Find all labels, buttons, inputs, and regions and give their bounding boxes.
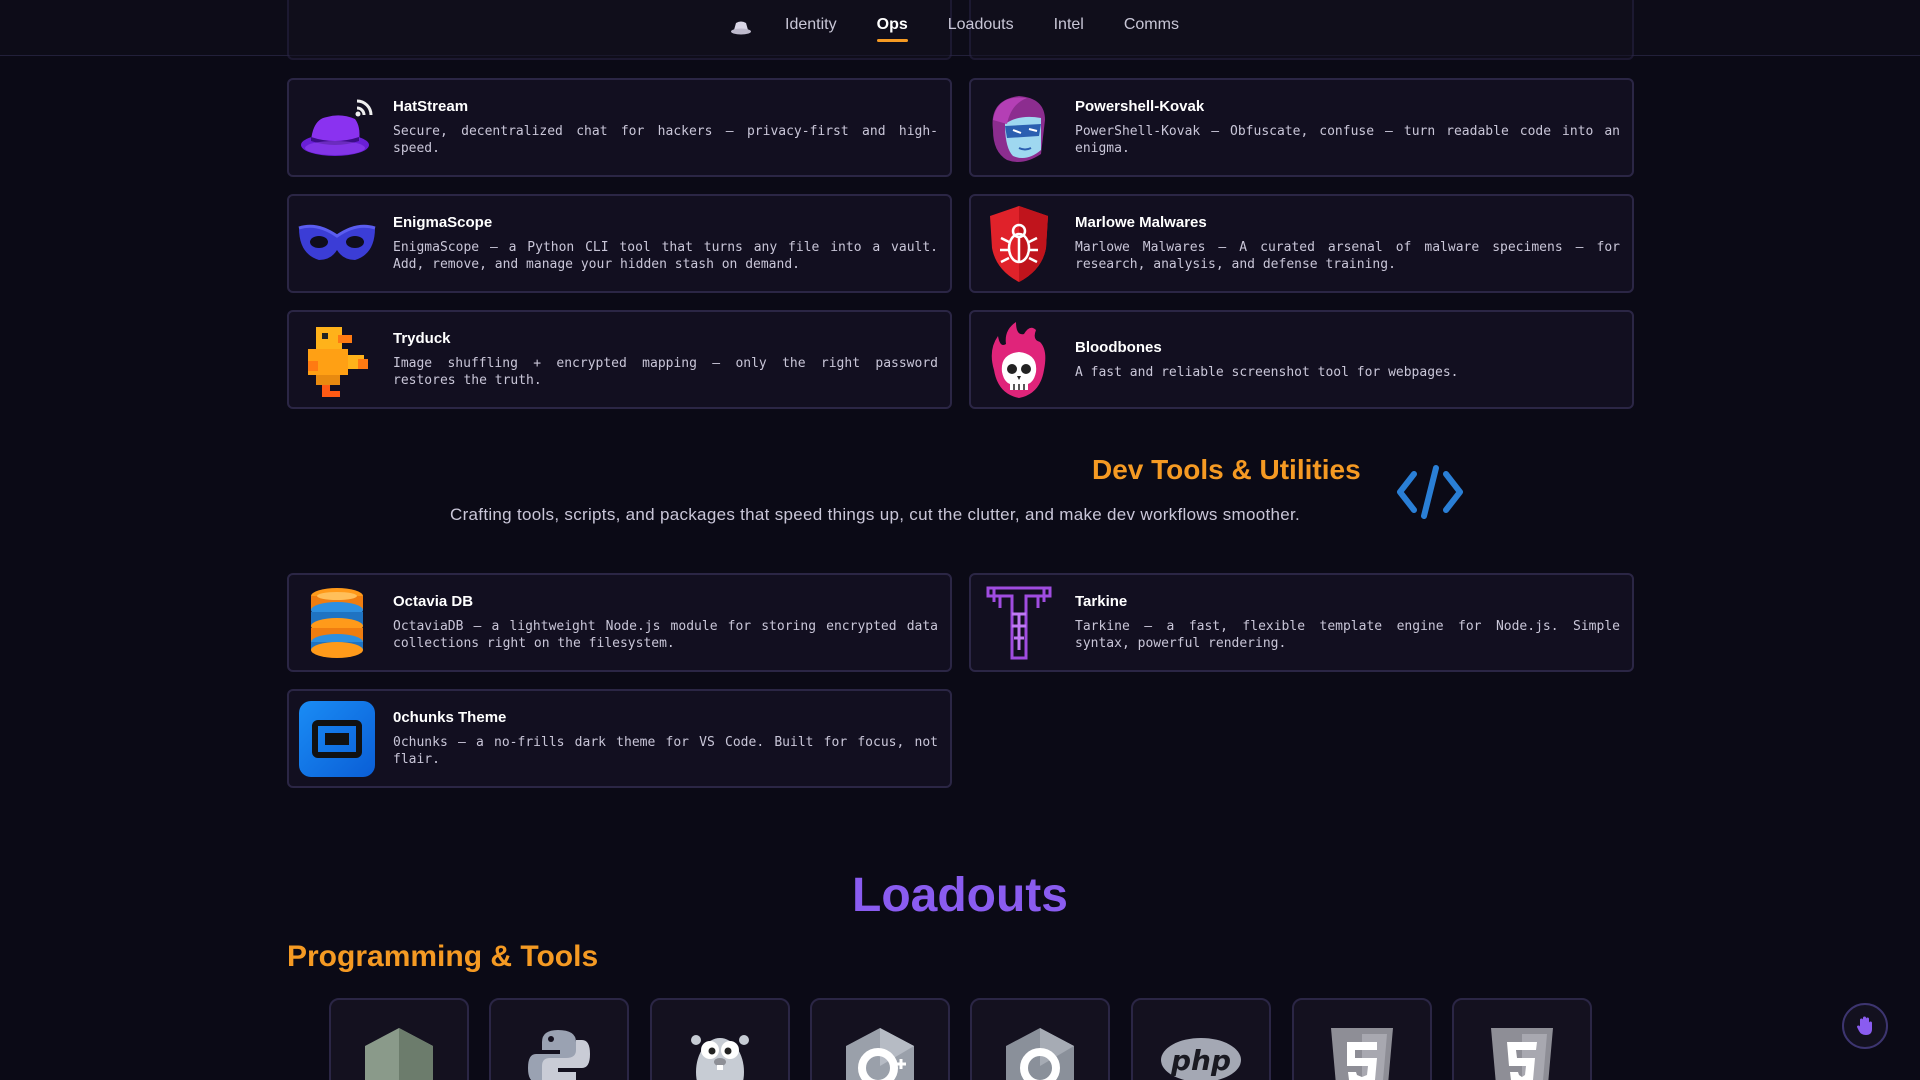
card-title: Marlowe Malwares bbox=[1075, 214, 1207, 231]
floating-hand-button[interactable] bbox=[1842, 1003, 1888, 1049]
bug-shield-icon bbox=[979, 204, 1059, 284]
card-description: Secure, decentralized chat for hackers —… bbox=[393, 124, 938, 156]
cpp-icon bbox=[846, 1028, 914, 1080]
php-icon: php bbox=[1161, 1038, 1241, 1080]
tool-tile-go[interactable] bbox=[650, 998, 790, 1080]
card-title: Tryduck bbox=[393, 330, 451, 347]
hat-icon[interactable] bbox=[721, 20, 761, 36]
tool-tile-nodejs[interactable] bbox=[329, 998, 469, 1080]
css3-icon bbox=[1491, 1028, 1553, 1080]
c-icon bbox=[1006, 1028, 1074, 1080]
nodejs-icon bbox=[365, 1028, 433, 1080]
card-description: 0chunks — a no-frills dark theme for VS … bbox=[393, 735, 938, 767]
card-description: Image shuffling + encrypted mapping — on… bbox=[393, 356, 938, 388]
tool-tile-python[interactable] bbox=[489, 998, 629, 1080]
tool-tile-css3[interactable] bbox=[1452, 998, 1592, 1080]
project-card-tarkine[interactable]: Tarkine Tarkine — a fast, flexible templ… bbox=[969, 573, 1634, 672]
nav-item-loadouts[interactable]: Loadouts bbox=[928, 0, 1034, 56]
card-description: PowerShell-Kovak — Obfuscate, confuse — … bbox=[1075, 124, 1620, 156]
go-gopher-icon bbox=[691, 1035, 749, 1080]
card-title: Powershell-Kovak bbox=[1075, 98, 1205, 115]
card-description: EnigmaScope — a Python CLI tool that tur… bbox=[393, 240, 938, 272]
card-description: Tarkine — a fast, flexible template engi… bbox=[1075, 619, 1620, 651]
top-navigation: Identity Ops Loadouts Intel Comms bbox=[0, 0, 1920, 60]
card-description: A fast and reliable screenshot tool for … bbox=[1075, 364, 1459, 380]
project-card-tryduck[interactable]: Tryduck Image shuffling + encrypted mapp… bbox=[287, 310, 952, 409]
database-icon bbox=[297, 583, 377, 663]
card-description: OctaviaDB — a lightweight Node.js module… bbox=[393, 619, 938, 651]
card-title: Tarkine bbox=[1075, 593, 1128, 610]
flaming-skull-icon bbox=[979, 320, 1059, 400]
hand-icon bbox=[1857, 1016, 1872, 1035]
tool-tile-c[interactable] bbox=[970, 998, 1110, 1080]
section-subtitle-programming-tools: Programming & Tools bbox=[287, 940, 599, 973]
tarkine-logo-icon bbox=[979, 583, 1059, 663]
eye-mask-icon bbox=[297, 204, 377, 284]
section-title-loadouts: Loadouts bbox=[852, 869, 1068, 922]
project-card-0chunks-theme[interactable]: 0chunks Theme 0chunks — a no-frills dark… bbox=[287, 689, 952, 788]
project-card-bloodbones[interactable]: Bloodbones A fast and reliable screensho… bbox=[969, 310, 1634, 409]
project-card-marlowe-malwares[interactable]: Marlowe Malwares Marlowe Malwares — A cu… bbox=[969, 194, 1634, 293]
nav-item-identity[interactable]: Identity bbox=[765, 0, 857, 56]
nav-item-ops[interactable]: Ops bbox=[857, 0, 928, 56]
card-title: Bloodbones bbox=[1075, 338, 1162, 356]
nav-items: Identity Ops Loadouts Intel Comms bbox=[721, 0, 1199, 56]
tool-tile-html5[interactable] bbox=[1292, 998, 1432, 1080]
python-icon bbox=[528, 1030, 590, 1080]
card-title: EnigmaScope bbox=[393, 214, 493, 231]
project-card-powershell-kovak[interactable]: Powershell-Kovak PowerShell-Kovak — Obfu… bbox=[969, 78, 1634, 177]
card-description: Marlowe Malwares — A curated arsenal of … bbox=[1075, 240, 1620, 272]
nav-item-intel[interactable]: Intel bbox=[1034, 0, 1104, 56]
pixel-duck-icon bbox=[297, 320, 377, 400]
svg-text:php: php bbox=[1170, 1044, 1231, 1077]
tool-tile-php[interactable]: php bbox=[1131, 998, 1271, 1080]
section-subtitle-dev-tools: Crafting tools, scripts, and packages th… bbox=[450, 505, 1301, 524]
nav-item-comms[interactable]: Comms bbox=[1104, 0, 1199, 56]
project-card-octavia-db[interactable]: Octavia DB OctaviaDB — a lightweight Nod… bbox=[287, 573, 952, 672]
project-card-hatstream[interactable]: HatStream Secure, decentralized chat for… bbox=[287, 78, 952, 177]
vscode-theme-icon bbox=[297, 699, 377, 779]
card-title: Octavia DB bbox=[393, 593, 474, 610]
tool-tile-cpp[interactable] bbox=[810, 998, 950, 1080]
masked-face-icon bbox=[979, 88, 1059, 168]
html5-icon bbox=[1331, 1028, 1393, 1080]
hat-stream-icon bbox=[297, 88, 377, 168]
card-title: 0chunks Theme bbox=[393, 709, 507, 726]
code-brackets-icon bbox=[1394, 462, 1466, 526]
project-card-enigmascope[interactable]: EnigmaScope EnigmaScope — a Python CLI t… bbox=[287, 194, 952, 293]
card-title: HatStream bbox=[393, 98, 469, 115]
section-title-dev-tools: Dev Tools & Utilities bbox=[1092, 454, 1361, 485]
